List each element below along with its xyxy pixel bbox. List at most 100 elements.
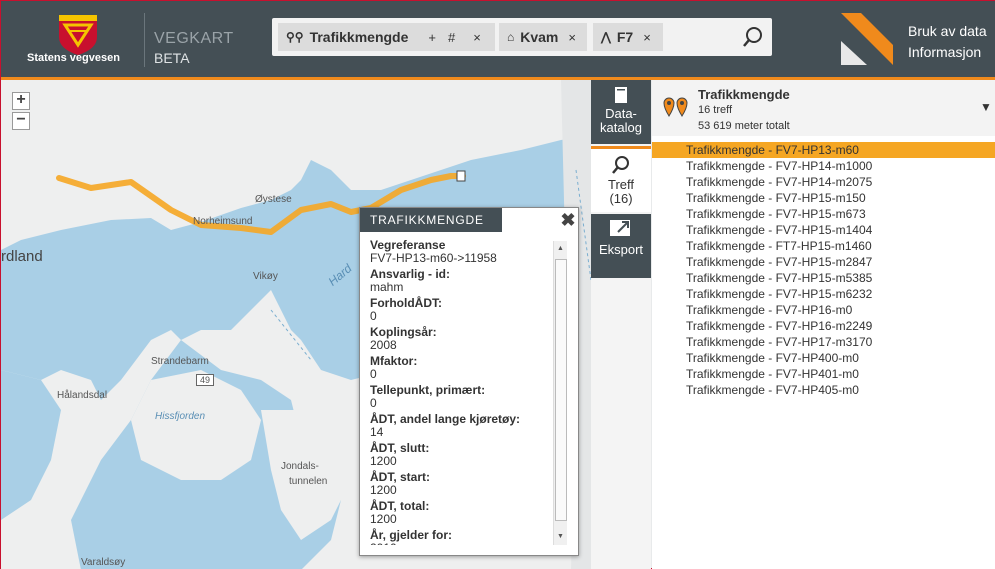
result-item[interactable]: Trafikkmengde - FV7-HP15-m5385 bbox=[652, 270, 995, 286]
tab-label: katalog bbox=[600, 120, 642, 135]
link-informasjon[interactable]: Informasjon bbox=[908, 44, 981, 60]
road-shield-49: 49 bbox=[196, 374, 215, 386]
results-total: 53 619 meter totalt bbox=[698, 120, 790, 132]
field-label: ÅDT, andel lange kjøretøy: bbox=[370, 412, 521, 426]
tab-label: Eksport bbox=[598, 242, 644, 257]
result-item[interactable]: Trafikkmengde - FV7-HP14-m2075 bbox=[652, 174, 995, 190]
map-label-hissfjorden: Hissfjorden bbox=[155, 411, 206, 422]
result-item[interactable]: Trafikkmengde - FV7-HP17-m3170 bbox=[652, 334, 995, 350]
field-label: Tellepunkt, primært: bbox=[370, 383, 486, 397]
zoom-in-button[interactable]: + bbox=[12, 92, 30, 110]
link-bruk-av-data[interactable]: Bruk av data bbox=[908, 23, 987, 39]
field-value: 0 bbox=[370, 309, 377, 323]
map-label-varaldsoy: Varaldsøy bbox=[81, 557, 126, 568]
field-label: År, gjelder for: bbox=[370, 528, 453, 542]
field-value: 2008 bbox=[370, 338, 397, 352]
field-label: ÅDT, start: bbox=[370, 470, 431, 484]
result-item[interactable]: Trafikkmengde - FV7-HP15-m2847 bbox=[652, 254, 995, 270]
app-header: Statens vegvesen VEGKART BETA ⚲⚲ Trafikk… bbox=[1, 1, 995, 79]
tab-label: (16) bbox=[609, 191, 633, 206]
tab-label: Data- bbox=[605, 106, 637, 121]
pin-pair-icon bbox=[663, 97, 688, 117]
scroll-thumb[interactable] bbox=[555, 259, 567, 521]
result-item[interactable]: Trafikkmengde - FT7-HP15-m1460 bbox=[652, 238, 995, 254]
field-value: 1200 bbox=[370, 454, 397, 468]
popup-scrollbar[interactable]: ▲ ▼ bbox=[553, 241, 567, 545]
map-label-vikoy: Vikøy bbox=[253, 271, 278, 282]
map-label-hallandsdal: Hålandsdal bbox=[57, 390, 108, 401]
field-value: 1200 bbox=[370, 512, 397, 526]
chip-label: Trafikkmengde bbox=[309, 29, 409, 45]
zoom-out-button[interactable]: − bbox=[12, 112, 30, 130]
side-tabs: Data- katalog Treff (16) Eksport bbox=[591, 80, 651, 569]
search-bar[interactable]: ⚲⚲ Trafikkmengde + # × ⌂ Kvam × ⋀ F7 × bbox=[272, 18, 772, 56]
field-value: 2010 bbox=[370, 542, 552, 546]
result-item[interactable]: Trafikkmengde - FV7-HP15-m1404 bbox=[652, 222, 995, 238]
result-item[interactable]: Trafikkmengde - FV7-HP14-m1000 bbox=[652, 158, 995, 174]
result-list: Trafikkmengde - FV7-HP13-m60 Trafikkmeng… bbox=[652, 142, 995, 398]
result-item[interactable]: Trafikkmengde - FV7-HP400-m0 bbox=[652, 350, 995, 366]
chip-kvam[interactable]: ⌂ Kvam × bbox=[499, 23, 587, 51]
result-item[interactable]: Trafikkmengde - FV7-HP405-m0 bbox=[652, 382, 995, 398]
field-value: 14 bbox=[370, 425, 384, 439]
popup-close-button[interactable]: ✖ bbox=[558, 210, 578, 230]
field-label: ÅDT, total: bbox=[370, 499, 430, 513]
chip-f7[interactable]: ⋀ F7 × bbox=[593, 23, 663, 51]
result-item[interactable]: Trafikkmengde - FV7-HP15-m6232 bbox=[652, 286, 995, 302]
field-label: Koplingsår: bbox=[370, 325, 437, 339]
chip-trafikkmengde[interactable]: ⚲⚲ Trafikkmengde + # × bbox=[278, 23, 495, 51]
chevron-down-icon[interactable]: ▼ bbox=[980, 100, 992, 114]
tab-label: Treff bbox=[607, 177, 634, 192]
tab-treff[interactable]: Treff (16) bbox=[591, 146, 651, 212]
map-label-norheimsund: Norheimsund bbox=[193, 216, 253, 227]
result-item[interactable]: Trafikkmengde - FV7-HP16-m2249 bbox=[652, 318, 995, 334]
map-label-hordaland: rdland bbox=[1, 248, 43, 265]
house-icon: ⌂ bbox=[507, 30, 515, 44]
map-label-jondal-1: Jondals- bbox=[281, 461, 319, 472]
search-icon bbox=[612, 156, 629, 174]
field-label: Mfaktor: bbox=[370, 354, 418, 368]
map-label-jondal-2: tunnelen bbox=[289, 476, 328, 487]
chip-hash-button[interactable]: # bbox=[448, 30, 455, 45]
results-header[interactable]: Trafikkmengde 16 treff 53 619 meter tota… bbox=[652, 80, 995, 136]
chip-remove-button[interactable]: × bbox=[568, 30, 576, 45]
result-item[interactable]: Trafikkmengde - FV7-HP15-m150 bbox=[652, 190, 995, 206]
scroll-down-icon[interactable]: ▼ bbox=[557, 533, 564, 540]
feature-popup: TRAFIKKMENGDE ✖ Vegreferanse FV7-HP13-m6… bbox=[359, 207, 579, 556]
pin-pair-icon: ⚲⚲ bbox=[286, 30, 304, 44]
field-value: mahm bbox=[370, 280, 404, 294]
result-item[interactable]: Trafikkmengde - FV7-HP401-m0 bbox=[652, 366, 995, 382]
results-title: Trafikkmengde bbox=[698, 87, 790, 102]
vegvesen-mark-icon bbox=[841, 13, 893, 65]
map-label-strandebarm: Strandebarm bbox=[151, 356, 209, 367]
result-item[interactable]: Trafikkmengde - FV7-HP15-m673 bbox=[652, 206, 995, 222]
results-panel: Trafikkmengde 16 treff 53 619 meter tota… bbox=[652, 80, 995, 569]
tab-datakatalog[interactable]: Data- katalog bbox=[591, 80, 651, 144]
tab-eksport[interactable]: Eksport bbox=[591, 214, 651, 278]
app-name: VEGKART bbox=[154, 30, 234, 47]
result-item[interactable]: Trafikkmengde - FV7-HP16-m0 bbox=[652, 302, 995, 318]
chip-label: F7 bbox=[616, 29, 634, 45]
chip-remove-button[interactable]: × bbox=[643, 30, 651, 45]
chip-label: Kvam bbox=[520, 29, 559, 45]
app-sub: BETA bbox=[154, 50, 190, 66]
field-value: FV7-HP13-m60->11958 bbox=[370, 251, 497, 265]
chip-add-button[interactable]: + bbox=[428, 30, 436, 45]
chip-remove-button[interactable]: × bbox=[473, 30, 481, 45]
result-item-selected[interactable]: Trafikkmengde - FV7-HP13-m60 bbox=[652, 142, 995, 158]
popup-title: TRAFIKKMENGDE bbox=[360, 208, 502, 232]
brand-name: Statens vegvesen bbox=[27, 52, 120, 64]
field-label: ÅDT, slutt: bbox=[370, 441, 430, 455]
export-icon bbox=[610, 220, 630, 236]
search-icon[interactable] bbox=[742, 26, 764, 48]
map-label-oystese: Øystese bbox=[255, 194, 292, 205]
field-value: 0 bbox=[370, 396, 377, 410]
book-icon bbox=[615, 87, 627, 103]
results-count: 16 treff bbox=[698, 104, 733, 116]
field-value: 1200 bbox=[370, 483, 397, 497]
field-label: ForholdÅDT: bbox=[370, 296, 442, 310]
road-icon: ⋀ bbox=[601, 30, 611, 44]
popup-body: Vegreferanse FV7-HP13-m60->11958 Ansvarl… bbox=[370, 239, 552, 545]
scroll-up-icon[interactable]: ▲ bbox=[557, 245, 564, 252]
header-divider bbox=[144, 13, 145, 67]
